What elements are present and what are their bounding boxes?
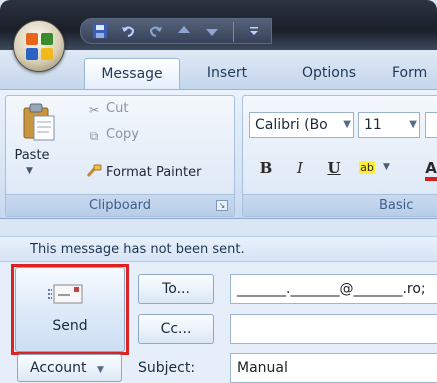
chevron-down-icon: ▼ bbox=[96, 365, 104, 375]
subject-field[interactable]: Manual bbox=[230, 353, 437, 383]
title-bar bbox=[0, 0, 437, 50]
tab-insert[interactable]: Insert bbox=[190, 58, 264, 90]
format-painter-label: Format Painter bbox=[106, 165, 202, 180]
copy-icon: ⧉ bbox=[89, 129, 99, 143]
cut-button[interactable]: ✂ Cut bbox=[86, 98, 128, 120]
clipboard-group: Paste ▼ ✂ Cut ⧉ Copy Format Painter Clipbo… bbox=[5, 95, 235, 217]
paste-button[interactable]: Paste ▼ bbox=[12, 100, 68, 190]
office-button[interactable] bbox=[13, 20, 65, 72]
underline-button[interactable]: U bbox=[323, 156, 345, 180]
paintbrush-icon bbox=[86, 163, 102, 177]
ribbon-tab-row: Message Insert Options Form bbox=[0, 50, 437, 90]
customize-qat-icon[interactable] bbox=[245, 23, 263, 39]
office-logo-icon bbox=[26, 33, 54, 61]
grow-font-button[interactable] bbox=[425, 112, 437, 138]
subject-label: Subject: bbox=[138, 360, 196, 376]
arrow-down-icon[interactable] bbox=[203, 23, 221, 39]
font-name-select[interactable]: Calibri (Bo ▼ bbox=[249, 112, 354, 138]
account-label: Account bbox=[30, 360, 87, 376]
font-color-icon: A bbox=[425, 159, 437, 181]
clipboard-group-label: Clipboard bbox=[6, 194, 234, 216]
arrow-up-icon[interactable] bbox=[175, 23, 193, 39]
basic-text-group-label: Basic bbox=[243, 194, 437, 216]
cc-field[interactable] bbox=[230, 314, 437, 344]
chevron-down-icon: ▼ bbox=[343, 119, 351, 130]
copy-button[interactable]: ⧉ Copy bbox=[86, 124, 139, 146]
tab-options[interactable]: Options bbox=[282, 58, 376, 90]
tab-message[interactable]: Message bbox=[84, 58, 180, 90]
redo-icon[interactable] bbox=[147, 23, 165, 39]
qat-separator bbox=[233, 22, 234, 42]
save-icon[interactable] bbox=[91, 23, 109, 39]
paste-dropdown-icon[interactable]: ▼ bbox=[26, 166, 33, 176]
dialog-launcher-icon[interactable]: ↘ bbox=[216, 200, 228, 211]
undo-icon[interactable] bbox=[119, 23, 137, 39]
italic-button[interactable]: I bbox=[289, 156, 311, 180]
clipboard-icon bbox=[23, 103, 55, 141]
format-painter-button[interactable]: Format Painter bbox=[86, 162, 201, 184]
cc-button[interactable]: Cc... bbox=[138, 314, 214, 344]
account-button[interactable]: Account ▼ bbox=[17, 354, 122, 382]
highlight-button[interactable]: ab bbox=[353, 156, 381, 180]
to-field[interactable]: _______._______@_______.ro; bbox=[230, 274, 437, 304]
font-size-select[interactable]: 11 ▼ bbox=[358, 112, 420, 138]
quick-access-toolbar bbox=[80, 18, 272, 44]
font-size-value: 11 bbox=[364, 117, 382, 133]
basic-text-group: Calibri (Bo ▼ 11 ▼ B I U ab ▼ A Basic bbox=[242, 95, 437, 217]
chevron-down-icon: ▼ bbox=[409, 119, 417, 130]
info-bar: This message has not been sent. bbox=[0, 236, 437, 262]
chevron-down-icon[interactable]: ▼ bbox=[383, 162, 390, 172]
send-highlight-outline bbox=[11, 264, 129, 355]
to-button[interactable]: To... bbox=[138, 274, 214, 304]
copy-label: Copy bbox=[106, 127, 139, 142]
paste-label: Paste bbox=[14, 148, 50, 163]
ribbon: Paste ▼ ✂ Cut ⧉ Copy Format Painter Clipbo… bbox=[0, 89, 437, 219]
bold-button[interactable]: B bbox=[255, 156, 277, 180]
cut-label: Cut bbox=[106, 101, 129, 116]
font-color-button[interactable]: A bbox=[421, 156, 437, 181]
tab-format-text[interactable]: Form bbox=[392, 58, 437, 90]
scissors-icon: ✂ bbox=[88, 103, 100, 117]
font-name-value: Calibri (Bo bbox=[255, 117, 328, 133]
highlight-icon: ab bbox=[359, 161, 375, 174]
